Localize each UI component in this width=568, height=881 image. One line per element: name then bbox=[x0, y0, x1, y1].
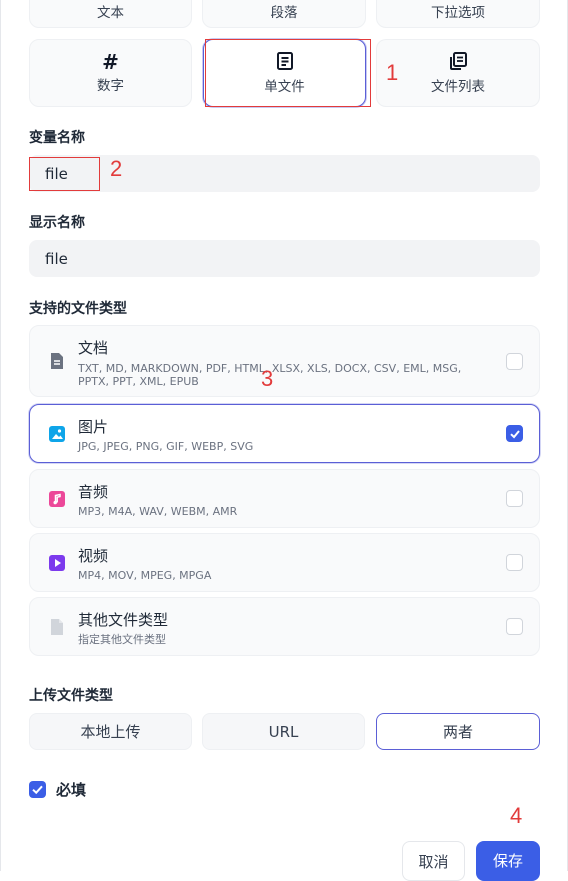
file-type-extensions: MP4, MOV, MPEG, MPGA bbox=[78, 569, 212, 582]
display-name-value: file bbox=[45, 249, 68, 268]
field-editor-panel: 文本 段落 下拉选项 # 数字 单文件 文件列表 变量名称 file 显示名称 … bbox=[0, 0, 568, 881]
annotation-number-2: 2 bbox=[110, 156, 123, 181]
annotation-box-2 bbox=[29, 157, 100, 191]
type-card-text[interactable]: 文本 bbox=[29, 0, 192, 28]
file-type-checkbox[interactable] bbox=[506, 353, 523, 370]
type-card-file-list[interactable]: 文件列表 bbox=[376, 39, 540, 107]
file-list-icon bbox=[449, 51, 467, 73]
annotation-number-1: 1 bbox=[386, 60, 399, 85]
cancel-button[interactable]: 取消 bbox=[402, 841, 465, 881]
variable-name-label: 变量名称 bbox=[29, 130, 85, 146]
annotation-box-1 bbox=[205, 39, 371, 107]
checkmark-icon bbox=[32, 785, 43, 795]
upload-option-local[interactable]: 本地上传 bbox=[29, 713, 192, 750]
display-name-input[interactable]: file bbox=[29, 240, 540, 277]
other-file-icon bbox=[51, 619, 63, 635]
type-card-number[interactable]: # 数字 bbox=[29, 39, 192, 107]
file-type-name: 其他文件类型 bbox=[78, 611, 169, 629]
image-file-icon bbox=[49, 426, 65, 442]
file-type-checkbox[interactable] bbox=[506, 554, 523, 571]
type-card-label: 数字 bbox=[97, 78, 124, 94]
document-file-icon bbox=[51, 353, 63, 369]
file-type-option-other[interactable]: 其他文件类型 指定其他文件类型 bbox=[29, 597, 540, 656]
upload-option-label: URL bbox=[268, 722, 299, 741]
file-type-extensions: TXT, MD, MARKDOWN, PDF, HTML, XLSX, XLS,… bbox=[78, 362, 462, 388]
file-type-name: 图片 bbox=[78, 418, 109, 436]
type-card-label: 文本 bbox=[97, 5, 124, 21]
save-button[interactable]: 保存 bbox=[476, 841, 540, 881]
file-type-checkbox[interactable] bbox=[506, 490, 523, 507]
video-file-icon bbox=[49, 555, 65, 571]
file-type-checkbox[interactable] bbox=[506, 618, 523, 635]
file-type-checkbox[interactable] bbox=[506, 425, 523, 442]
panel-left-border bbox=[0, 0, 1, 871]
audio-file-icon bbox=[49, 491, 65, 507]
upload-option-both[interactable]: 两者 bbox=[376, 713, 540, 750]
annotation-number-3: 3 bbox=[261, 366, 274, 391]
type-card-label: 段落 bbox=[270, 5, 298, 21]
type-card-select[interactable]: 下拉选项 bbox=[376, 0, 540, 28]
type-card-label: 下拉选项 bbox=[431, 5, 485, 21]
upload-type-label: 上传文件类型 bbox=[29, 688, 113, 704]
upload-option-label: 两者 bbox=[442, 723, 473, 741]
file-type-option-video[interactable]: 视频 MP4, MOV, MPEG, MPGA bbox=[29, 533, 540, 592]
file-type-extensions: 指定其他文件类型 bbox=[78, 633, 166, 646]
file-type-extensions: JPG, JPEG, PNG, GIF, WEBP, SVG bbox=[78, 440, 254, 453]
checkmark-icon bbox=[510, 430, 520, 439]
upload-option-url[interactable]: URL bbox=[202, 713, 365, 750]
required-label: 必填 bbox=[56, 781, 87, 799]
variable-name-input[interactable]: file bbox=[29, 155, 540, 192]
file-type-name: 文档 bbox=[78, 339, 109, 357]
display-name-label: 显示名称 bbox=[29, 215, 85, 231]
type-card-label: 文件列表 bbox=[431, 78, 485, 95]
file-type-option-document[interactable]: 文档 TXT, MD, MARKDOWN, PDF, HTML, XLSX, X… bbox=[29, 325, 540, 397]
annotation-number-4: 4 bbox=[510, 803, 523, 828]
upload-option-label: 本地上传 bbox=[80, 723, 141, 741]
required-checkbox[interactable] bbox=[29, 781, 46, 798]
file-type-extensions: MP3, M4A, WAV, WEBM, AMR bbox=[78, 505, 238, 518]
file-type-name: 音频 bbox=[78, 483, 109, 501]
type-card-paragraph[interactable]: 段落 bbox=[202, 0, 366, 28]
supported-types-label: 支持的文件类型 bbox=[29, 301, 127, 317]
file-type-name: 视频 bbox=[78, 547, 109, 565]
hash-icon: # bbox=[102, 50, 119, 74]
file-type-option-image[interactable]: 图片 JPG, JPEG, PNG, GIF, WEBP, SVG bbox=[29, 404, 540, 463]
file-type-option-audio[interactable]: 音频 MP3, M4A, WAV, WEBM, AMR bbox=[29, 469, 540, 528]
